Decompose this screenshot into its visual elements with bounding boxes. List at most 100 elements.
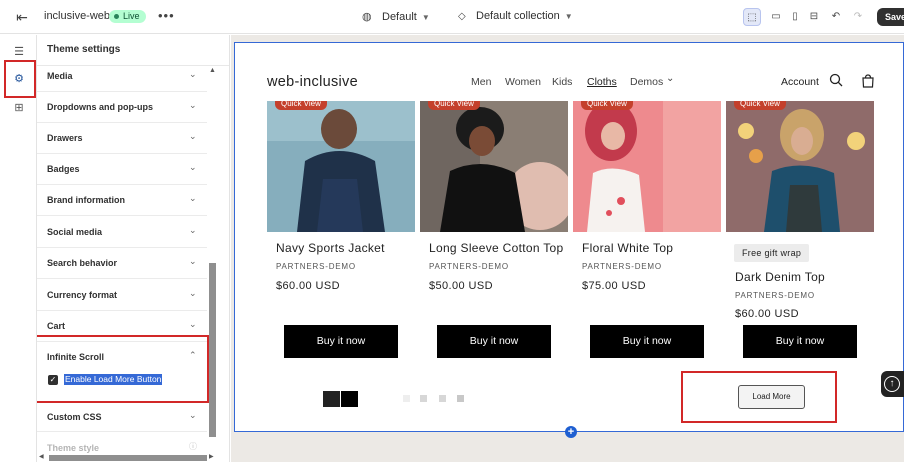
product-price: $60.00 USD [276, 280, 340, 292]
setting-label: Search behavior [47, 258, 118, 268]
setting-row-social[interactable]: Social media ⌄ [37, 217, 207, 248]
scroll-up-icon[interactable]: ▲ [209, 67, 216, 74]
scrollbar-thumb[interactable] [209, 263, 216, 437]
fullscreen-icon[interactable]: ⊟ [805, 8, 823, 26]
product-image[interactable]: Quick View [726, 101, 874, 232]
setting-row-currency[interactable]: Currency format ⌄ [37, 280, 207, 311]
pagination-dot[interactable] [403, 395, 410, 402]
editor-rail: ☰ ⚙ ⊞ [0, 35, 37, 462]
nav-men[interactable]: Men [471, 76, 491, 88]
theme-settings-panel: Theme settings ▲ Media ⌄ Dropdowns and po… [37, 35, 230, 462]
add-section-button[interactable]: + [565, 426, 577, 438]
chevron-down-icon: ⌄ [189, 225, 197, 235]
setting-row-media[interactable]: Media ⌄ [37, 61, 207, 92]
apps-icon[interactable]: ⊞ [10, 99, 28, 117]
setting-label: Drawers [47, 133, 83, 143]
preview-frame: web-inclusive Men Women Kids Cloths Demo… [234, 42, 904, 432]
scroll-left-icon[interactable]: ◀ [39, 453, 44, 460]
quick-view-button[interactable]: Quick View [734, 101, 786, 110]
mobile-icon[interactable]: ▯ [786, 8, 804, 26]
store-name: inclusive-web [44, 10, 111, 22]
exit-icon[interactable]: ⇤ [14, 9, 30, 25]
chevron-down-icon: ⌄ [189, 131, 197, 141]
pagination-dot[interactable] [420, 395, 427, 402]
collection-name: Default collection [476, 10, 560, 22]
redo-icon[interactable]: ↷ [849, 8, 867, 26]
setting-row-dropdowns[interactable]: Dropdowns and pop-ups ⌄ [37, 92, 207, 123]
quick-view-button[interactable]: Quick View [581, 101, 633, 110]
pagination-dot[interactable] [439, 395, 446, 402]
undo-icon[interactable]: ↶ [827, 8, 845, 26]
buy-it-now-button[interactable]: Buy it now [437, 325, 551, 358]
nav-cloths[interactable]: Cloths [587, 76, 617, 88]
chevron-down-icon: ▼ [421, 13, 430, 22]
search-icon[interactable] [829, 73, 843, 87]
buy-it-now-button[interactable]: Buy it now [743, 325, 857, 358]
collection-selector[interactable]: ◇ Default collection ▼ [458, 10, 573, 22]
desktop-icon[interactable]: ▭ [767, 8, 785, 26]
product-price: $50.00 USD [429, 280, 493, 292]
product-vendor: PARTNERS-DEMO [582, 262, 662, 271]
color-swatch[interactable] [341, 391, 358, 407]
buy-it-now-button[interactable]: Buy it now [284, 325, 398, 358]
globe-icon: ◍ [362, 11, 372, 23]
product-vendor: PARTNERS-DEMO [735, 291, 815, 300]
product-title[interactable]: Floral White Top [582, 241, 673, 255]
setting-label: Media [47, 71, 73, 81]
product-image[interactable]: Quick View [267, 101, 415, 232]
setting-label: Theme style [47, 443, 100, 453]
chevron-down-icon: ⌄ [189, 256, 197, 266]
scrollbar-thumb[interactable] [49, 455, 207, 461]
quick-view-button[interactable]: Quick View [275, 101, 327, 110]
theme-selector[interactable]: ◍ Default ▼ [362, 10, 430, 23]
panel-title: Theme settings [47, 44, 121, 55]
setting-row-badges[interactable]: Badges ⌄ [37, 154, 207, 185]
back-to-top-button[interactable]: ↑ [881, 371, 904, 397]
setting-row-search[interactable]: Search behavior ⌄ [37, 248, 207, 279]
product-image[interactable]: Quick View [420, 101, 568, 232]
info-icon: ⓘ [189, 442, 197, 451]
setting-label: Badges [47, 164, 80, 174]
collection-icon: ◇ [458, 11, 466, 22]
product-title[interactable]: Long Sleeve Cotton Top [429, 241, 563, 255]
chevron-down-icon: ⌄ [189, 69, 197, 79]
product-title[interactable]: Dark Denim Top [735, 270, 825, 284]
color-swatch[interactable] [323, 391, 340, 407]
nav-women[interactable]: Women [505, 76, 541, 88]
highlight-box [4, 60, 36, 98]
site-logo[interactable]: web-inclusive [267, 74, 358, 90]
setting-label: Social media [47, 227, 103, 237]
setting-row-custom-css[interactable]: Custom CSS ⌄ [37, 401, 207, 432]
sections-icon[interactable]: ☰ [10, 43, 28, 61]
quick-view-button[interactable]: Quick View [428, 101, 480, 110]
account-link[interactable]: Account [781, 76, 819, 88]
setting-row-brand[interactable]: Brand information ⌄ [37, 185, 207, 216]
chevron-down-icon: ⌄ [189, 100, 197, 110]
pagination-dot[interactable] [457, 395, 464, 402]
scroll-right-icon[interactable]: ▶ [209, 453, 214, 460]
save-button[interactable]: Save [877, 8, 904, 26]
chevron-down-icon: ▼ [564, 12, 573, 21]
more-actions-button[interactable]: ••• [158, 8, 175, 23]
nav-kids[interactable]: Kids [552, 76, 572, 88]
chevron-down-icon: ⌄ [189, 193, 197, 203]
product-price: $60.00 USD [735, 308, 799, 320]
top-bar: ⇤ inclusive-web Live ••• ◍ Default ▼ ◇ Defa… [0, 0, 904, 34]
product-price: $75.00 USD [582, 280, 646, 292]
selection-tool-icon[interactable]: ⬚ [743, 8, 761, 26]
setting-label: Brand information [47, 195, 125, 205]
setting-label: Cart [47, 321, 66, 331]
product-title[interactable]: Navy Sports Jacket [276, 241, 385, 255]
setting-row-drawers[interactable]: Drawers ⌄ [37, 123, 207, 154]
product-image[interactable]: Quick View [573, 101, 721, 232]
status-badge: Live [109, 10, 146, 23]
buy-it-now-button[interactable]: Buy it now [590, 325, 704, 358]
nav-demos[interactable]: Demos [630, 76, 663, 88]
horizontal-scrollbar[interactable]: ◀ ▶ [39, 453, 215, 462]
cart-icon[interactable] [861, 74, 875, 88]
setting-label: Currency format [47, 290, 118, 300]
highlight-box [681, 371, 837, 423]
setting-label: Dropdowns and pop-ups [47, 102, 153, 112]
arrow-up-icon: ↑ [884, 376, 900, 392]
setting-label: Custom CSS [47, 412, 102, 422]
